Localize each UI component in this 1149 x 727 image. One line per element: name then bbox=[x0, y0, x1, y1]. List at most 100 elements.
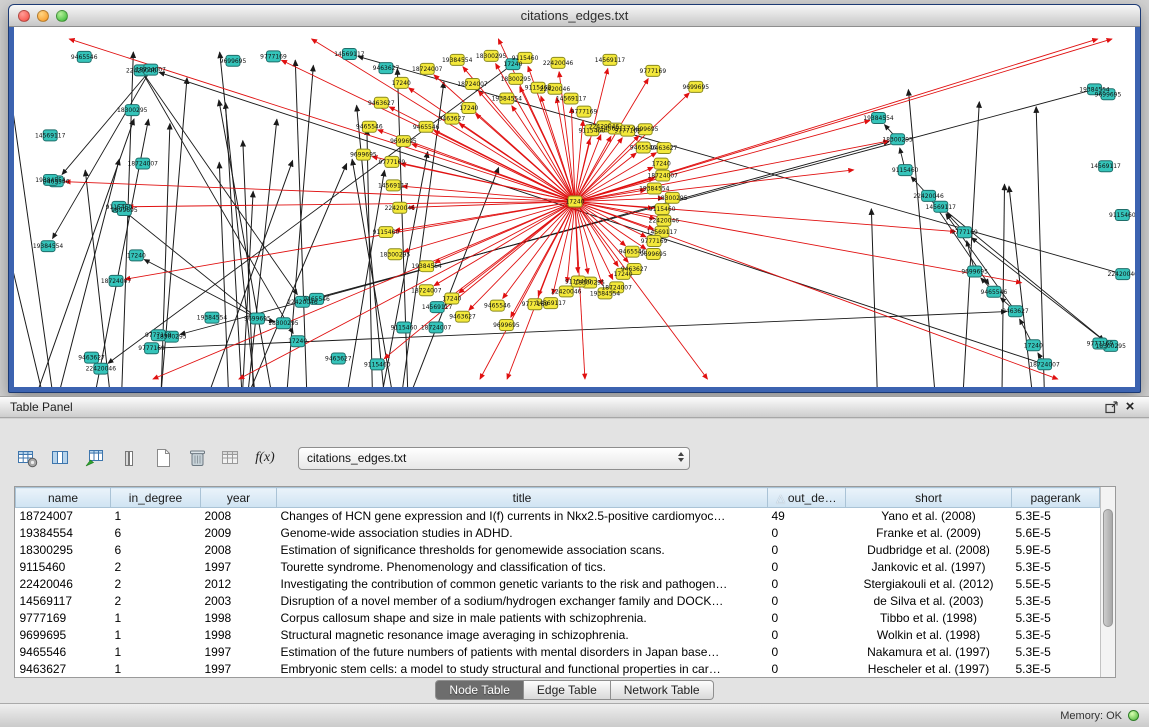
table-cell[interactable]: Yano et al. (2008) bbox=[846, 508, 1012, 526]
table-cell[interactable]: 0 bbox=[768, 559, 846, 576]
close-window-button[interactable] bbox=[18, 10, 30, 22]
table-cell[interactable]: Estimation of the future numbers of pati… bbox=[277, 644, 768, 661]
table-cell[interactable]: 2 bbox=[111, 593, 201, 610]
table-cell[interactable]: 9699695 bbox=[16, 627, 111, 644]
table-cell[interactable]: 0 bbox=[768, 542, 846, 559]
table-cell[interactable]: 5.3E-5 bbox=[1012, 593, 1100, 610]
scrollbar-thumb[interactable] bbox=[1103, 509, 1113, 627]
graph-edge[interactable] bbox=[14, 46, 52, 387]
graph-edge[interactable] bbox=[219, 162, 228, 387]
table-cell[interactable]: 1997 bbox=[201, 661, 277, 678]
function-builder-button[interactable]: f(x) bbox=[252, 445, 278, 471]
graph-edge[interactable] bbox=[1002, 184, 1004, 387]
zoom-window-button[interactable] bbox=[56, 10, 68, 22]
table-cell[interactable]: 9465546 bbox=[16, 644, 111, 661]
graph-edge[interactable] bbox=[575, 202, 956, 232]
table-cell[interactable]: Changes of HCN gene expression and I(f) … bbox=[277, 508, 768, 526]
graph-edge[interactable] bbox=[69, 39, 575, 202]
table-cell[interactable]: 5.3E-5 bbox=[1012, 508, 1100, 526]
table-cell[interactable]: Embryonic stem cells: a model to study s… bbox=[277, 661, 768, 678]
table-vertical-scrollbar[interactable] bbox=[1100, 487, 1115, 677]
table-cell[interactable]: 22420046 bbox=[16, 576, 111, 593]
table-cell[interactable]: 1 bbox=[111, 610, 201, 627]
table-cell[interactable]: 0 bbox=[768, 644, 846, 661]
table-cell[interactable]: 5.5E-5 bbox=[1012, 576, 1100, 593]
table-cell[interactable]: 19384554 bbox=[16, 525, 111, 542]
table-row[interactable]: 1938455462009Genome-wide association stu… bbox=[16, 525, 1100, 542]
graph-edge[interactable] bbox=[144, 259, 257, 318]
table-row[interactable]: 969969511998Structural magnetic resonanc… bbox=[16, 627, 1100, 644]
table-cell[interactable]: 2009 bbox=[201, 525, 277, 542]
column-header-title[interactable]: title bbox=[277, 488, 768, 508]
table-cell[interactable]: Structural magnetic resonance image aver… bbox=[277, 627, 768, 644]
table-cell[interactable]: Wolkin et al. (1998) bbox=[846, 627, 1012, 644]
table-cell[interactable]: 5.3E-5 bbox=[1012, 559, 1100, 576]
table-cell[interactable]: Corpus callosum shape and size in male p… bbox=[277, 610, 768, 627]
table-cell[interactable]: 1997 bbox=[201, 644, 277, 661]
table-cell[interactable]: 0 bbox=[768, 661, 846, 678]
column-header-short[interactable]: short bbox=[846, 488, 1012, 508]
table-cell[interactable]: Estimation of significance thresholds fo… bbox=[277, 542, 768, 559]
table-cell[interactable]: 18724007 bbox=[16, 508, 111, 526]
table-cell[interactable]: 2012 bbox=[201, 576, 277, 593]
graph-edge[interactable] bbox=[125, 202, 575, 280]
table-row[interactable]: 1872400712008Changes of HCN gene express… bbox=[16, 508, 1100, 526]
table-row[interactable]: 946554611997Estimation of the future num… bbox=[16, 644, 1100, 661]
table-cell[interactable]: 5.9E-5 bbox=[1012, 542, 1100, 559]
column-header-out_de[interactable]: △out_de… bbox=[768, 488, 846, 508]
graph-edge[interactable] bbox=[357, 105, 384, 387]
table-cell[interactable]: Franke et al. (2009) bbox=[846, 525, 1012, 542]
table-cell[interactable]: 1 bbox=[111, 644, 201, 661]
table-cell[interactable]: Jankovic et al. (1997) bbox=[846, 559, 1012, 576]
table-cell[interactable]: 1998 bbox=[201, 627, 277, 644]
new-file-button[interactable] bbox=[150, 445, 176, 471]
table-cell[interactable]: 5.3E-5 bbox=[1012, 610, 1100, 627]
graph-edge[interactable] bbox=[435, 202, 575, 263]
graph-edge[interactable] bbox=[963, 102, 979, 387]
table-cell[interactable]: 1 bbox=[111, 661, 201, 678]
table-cell[interactable]: Dudbridge et al. (2008) bbox=[846, 542, 1012, 559]
minimize-window-button[interactable] bbox=[37, 10, 49, 22]
show-columns-button[interactable] bbox=[48, 445, 74, 471]
citation-network-graph[interactable]: 1872400719384554183002959115460224200461… bbox=[14, 27, 1135, 387]
table-cell[interactable]: 2 bbox=[111, 576, 201, 593]
table-cell[interactable]: Hescheler et al. (1997) bbox=[846, 661, 1012, 678]
table-cell[interactable]: 5.3E-5 bbox=[1012, 644, 1100, 661]
table-cell[interactable]: 6 bbox=[111, 542, 201, 559]
graph-edge[interactable] bbox=[908, 90, 934, 387]
table-cell[interactable]: 9777169 bbox=[16, 610, 111, 627]
table-cell[interactable]: 0 bbox=[768, 525, 846, 542]
table-cell[interactable]: 2008 bbox=[201, 508, 277, 526]
graph-edge[interactable] bbox=[384, 202, 575, 359]
table-cell[interactable]: Stergiakouli et al. (2012) bbox=[846, 576, 1012, 593]
table-cell[interactable]: 14569117 bbox=[16, 593, 111, 610]
table-cell[interactable]: 6 bbox=[111, 525, 201, 542]
table-cell[interactable]: 5.3E-5 bbox=[1012, 627, 1100, 644]
table-cell[interactable]: 49 bbox=[768, 508, 846, 526]
column-header-name[interactable]: name bbox=[16, 488, 111, 508]
table-cell[interactable]: 0 bbox=[768, 627, 846, 644]
table-row[interactable]: 911546021997Tourette syndrome. Phenomeno… bbox=[16, 559, 1100, 576]
table-row[interactable]: 2242004622012Investigating the contribut… bbox=[16, 576, 1100, 593]
table-select-dropdown[interactable]: citations_edges.txt bbox=[298, 447, 690, 470]
row-selector-button[interactable] bbox=[116, 445, 142, 471]
graph-edge[interactable] bbox=[1009, 186, 1032, 387]
table-cell[interactable]: Genome-wide association studies in ADHD. bbox=[277, 525, 768, 542]
column-header-in_degree[interactable]: in_degree bbox=[111, 488, 201, 508]
table-cell[interactable]: 0 bbox=[768, 610, 846, 627]
table-row[interactable]: 1830029562008Estimation of significance … bbox=[16, 542, 1100, 559]
edit-table-button[interactable] bbox=[82, 445, 108, 471]
float-panel-button[interactable] bbox=[1103, 399, 1121, 415]
table-cell[interactable]: Disruption of a novel member of a sodium… bbox=[277, 593, 768, 610]
table-cell[interactable]: 5.6E-5 bbox=[1012, 525, 1100, 542]
merge-table-button[interactable] bbox=[218, 445, 244, 471]
table-cell[interactable]: 2003 bbox=[201, 593, 277, 610]
tab-network-table[interactable]: Network Table bbox=[611, 680, 714, 700]
table-settings-button[interactable] bbox=[14, 445, 40, 471]
tab-edge-table[interactable]: Edge Table bbox=[524, 680, 611, 700]
table-cell[interactable]: 1 bbox=[111, 627, 201, 644]
table-cell[interactable]: 9115460 bbox=[16, 559, 111, 576]
graph-edge[interactable] bbox=[575, 202, 578, 273]
graph-edge[interactable] bbox=[248, 119, 277, 387]
table-cell[interactable]: 1 bbox=[111, 508, 201, 526]
